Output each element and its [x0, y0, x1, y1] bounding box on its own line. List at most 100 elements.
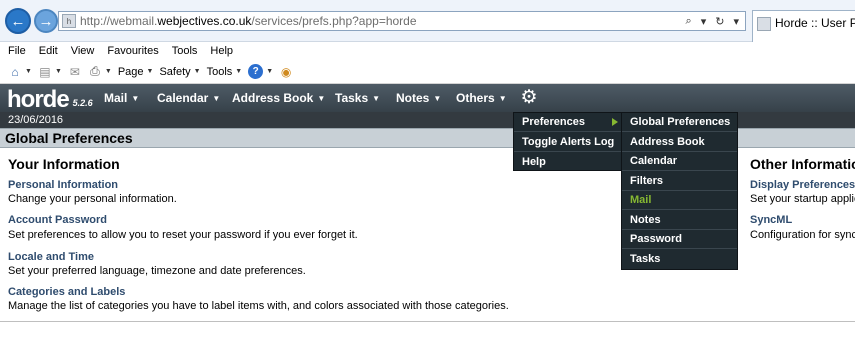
- caret-down-icon: ▼: [317, 93, 326, 103]
- section-title-other-information: Other Information: [750, 156, 855, 172]
- link-personal-information[interactable]: Personal Information: [8, 179, 118, 191]
- content-divider: [0, 321, 855, 322]
- chevron-down-icon: ▼: [266, 68, 274, 75]
- browser-window: ← → h http://webmail.webjectives.co.uk/s…: [0, 0, 855, 360]
- tools-menu[interactable]: Tools ▼: [207, 66, 243, 78]
- tools-menu-label: Tools: [206, 65, 233, 78]
- submenu-item-password[interactable]: Password: [622, 230, 737, 249]
- tab-favicon-icon: [757, 17, 771, 31]
- menu-item-preferences[interactable]: Preferences: [514, 113, 621, 132]
- tab-title: Horde :: User Preferences: [775, 16, 855, 30]
- chevron-down-icon: ▼: [235, 68, 243, 75]
- submenu-item-address-book[interactable]: Address Book: [622, 133, 737, 152]
- caret-down-icon: ▼: [372, 93, 381, 103]
- nav-mail[interactable]: Mail ▼: [104, 84, 139, 112]
- print-button[interactable]: ⎙ ▼: [88, 64, 112, 79]
- submenu-item-filters[interactable]: Filters: [622, 172, 737, 191]
- nav-others[interactable]: Others ▼: [456, 84, 507, 112]
- help-icon: ?: [248, 64, 264, 79]
- preferences-submenu: Global Preferences Address Book Calendar…: [621, 112, 738, 270]
- browser-tab[interactable]: Horde :: User Preferences: [752, 10, 855, 42]
- nav-address-book[interactable]: Address Book ▼: [232, 84, 325, 112]
- nav-calendar-label: Calendar: [157, 91, 209, 105]
- url-prefix: http://webmail.: [80, 14, 158, 28]
- chevron-down-icon: ▼: [25, 68, 32, 75]
- version-label: 5.2.6: [72, 98, 93, 108]
- caret-down-icon: ▼: [212, 93, 221, 103]
- menu-help[interactable]: Help: [210, 45, 233, 57]
- feeds-button[interactable]: ▤ ▼: [38, 65, 62, 79]
- nav-notes[interactable]: Notes ▼: [396, 84, 441, 112]
- chevron-down-icon: ▼: [54, 68, 62, 75]
- url-path: /services/prefs.php?app=horde: [251, 14, 417, 28]
- nav-calendar[interactable]: Calendar ▼: [157, 84, 220, 112]
- chevron-down-icon[interactable]: ▾: [733, 15, 739, 28]
- page-menu-label: Page: [117, 65, 144, 78]
- address-url[interactable]: http://webmail.webjectives.co.uk/service…: [80, 14, 417, 28]
- caret-down-icon: ▼: [433, 93, 442, 103]
- safety-menu[interactable]: Safety ▼: [159, 66, 200, 78]
- link-display-preferences[interactable]: Display Preferences: [750, 179, 855, 191]
- submenu-arrow-icon: [612, 118, 618, 126]
- help-menu[interactable]: ? ▼: [248, 64, 273, 79]
- desc-locale-and-time: Set your preferred language, timezone an…: [8, 265, 306, 277]
- arrow-left-icon: ←: [10, 12, 26, 30]
- research-button[interactable]: ◉: [279, 65, 293, 79]
- desc-categories-and-labels: Manage the list of categories you have t…: [8, 300, 509, 312]
- nav-tasks[interactable]: Tasks ▼: [335, 84, 380, 112]
- refresh-icon[interactable]: ↻: [715, 15, 724, 28]
- section-title-your-information: Your Information: [8, 156, 120, 172]
- desc-account-password: Set preferences to allow you to reset yo…: [8, 229, 358, 241]
- chevron-down-icon[interactable]: ▾: [701, 15, 707, 28]
- submenu-item-calendar[interactable]: Calendar: [622, 152, 737, 171]
- url-domain: webjectives.co.uk: [157, 14, 252, 28]
- submenu-item-global-preferences[interactable]: Global Preferences: [622, 113, 737, 132]
- arrow-right-icon: →: [38, 12, 54, 30]
- search-icon[interactable]: ⌕: [686, 15, 692, 28]
- current-date: 23/06/2016: [8, 114, 64, 126]
- printer-icon: ⎙: [90, 64, 100, 78]
- caret-down-icon: ▼: [498, 93, 507, 103]
- submenu-item-mail[interactable]: Mail: [622, 191, 737, 210]
- nav-mail-label: Mail: [104, 91, 128, 105]
- menu-tools[interactable]: Tools: [172, 45, 198, 57]
- menu-item-toggle-alerts-log[interactable]: Toggle Alerts Log: [514, 133, 621, 152]
- submenu-item-tasks[interactable]: Tasks: [622, 250, 737, 269]
- menu-favourites[interactable]: Favourites: [107, 45, 158, 57]
- browser-menubar: File Edit View Favourites Tools Help: [0, 42, 855, 60]
- menu-file[interactable]: File: [8, 45, 26, 57]
- menu-view[interactable]: View: [71, 45, 95, 57]
- menu-item-preferences-label: Preferences: [522, 116, 585, 128]
- mail-icon: ✉: [69, 64, 80, 79]
- link-syncml[interactable]: SyncML: [750, 214, 792, 226]
- menu-edit[interactable]: Edit: [39, 45, 58, 57]
- page-menu[interactable]: Page ▼: [118, 66, 154, 78]
- nav-others-label: Others: [456, 91, 495, 105]
- address-bar[interactable]: h http://webmail.webjectives.co.uk/servi…: [58, 11, 746, 31]
- site-favicon-icon: h: [62, 14, 76, 28]
- mail-button[interactable]: ✉: [68, 65, 82, 79]
- gear-icon[interactable]: ⚙: [519, 88, 539, 108]
- chevron-down-icon: ▼: [146, 68, 154, 75]
- desc-personal-information: Change your personal information.: [8, 193, 177, 205]
- home-button[interactable]: ⌂ ▼: [8, 65, 32, 79]
- nav-address-book-label: Address Book: [232, 91, 314, 105]
- submenu-item-notes[interactable]: Notes: [622, 211, 737, 230]
- link-account-password[interactable]: Account Password: [8, 214, 107, 226]
- back-button[interactable]: ←: [5, 8, 31, 34]
- desc-display-preferences: Set your startup application: [750, 193, 855, 205]
- chevron-down-icon: ▼: [104, 68, 112, 75]
- link-locale-and-time[interactable]: Locale and Time: [8, 251, 94, 263]
- browser-toolbar: ← → h http://webmail.webjectives.co.uk/s…: [0, 0, 855, 42]
- chevron-down-icon: ▼: [193, 68, 201, 75]
- command-bar: ⌂ ▼ ▤ ▼ ✉ ⎙ ▼ Page ▼ Safety ▼ Tools ▼ ? ▼ ◉: [0, 60, 855, 84]
- link-categories-and-labels[interactable]: Categories and Labels: [8, 286, 125, 298]
- desc-syncml: Configuration for syncing: [750, 229, 855, 241]
- rss-icon: ▤: [39, 64, 51, 79]
- horde-logo[interactable]: horde 5.2.6: [7, 87, 93, 112]
- address-tools: ⌕ ▾ ↻ ▾: [686, 15, 745, 28]
- settings-menu: Preferences Toggle Alerts Log Help: [513, 112, 622, 171]
- caret-down-icon: ▼: [131, 93, 140, 103]
- menu-item-help[interactable]: Help: [514, 153, 621, 172]
- forward-button[interactable]: →: [34, 9, 58, 33]
